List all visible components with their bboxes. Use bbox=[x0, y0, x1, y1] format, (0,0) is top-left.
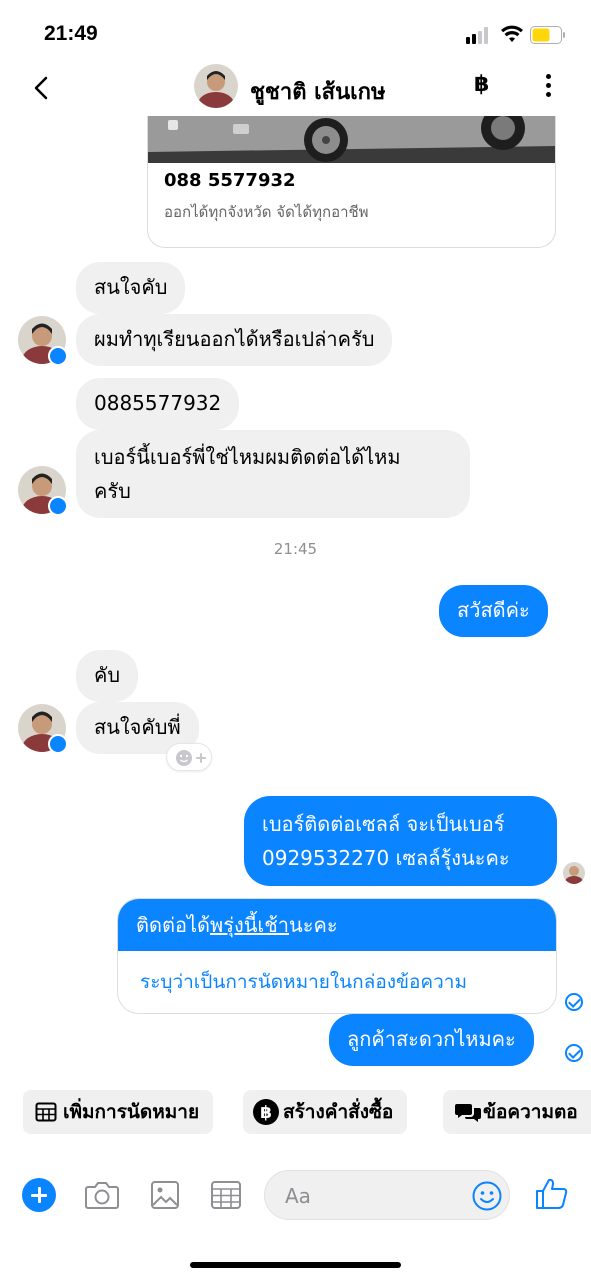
message-bubble-incoming[interactable]: ผมทำทุเรียนออกได้หรือเปล่าครับ bbox=[76, 314, 393, 366]
thumbs-up-icon[interactable] bbox=[534, 1176, 570, 1212]
wifi-icon bbox=[500, 24, 524, 44]
saved-replies-chip[interactable]: ข้อความตอ bbox=[443, 1090, 591, 1134]
add-appointment-chip[interactable]: เพิ่มการนัดหมาย bbox=[23, 1090, 214, 1134]
delivered-check-icon bbox=[565, 1044, 583, 1062]
create-order-chip[interactable]: ฿ สร้างคำสั่งซื้อ bbox=[243, 1090, 408, 1134]
chevron-left-icon bbox=[34, 76, 48, 100]
appointment-text: ติดต่อได้พรุ่งนี้เช้านะคะ bbox=[118, 899, 556, 951]
battery-icon bbox=[530, 26, 566, 44]
contact-avatar[interactable] bbox=[194, 64, 238, 108]
appointment-note[interactable]: ระบุว่าเป็นการนัดหมายในกล่องข้อความ bbox=[118, 951, 556, 1013]
signal-icon bbox=[466, 26, 492, 44]
chat-bubbles-icon bbox=[455, 1104, 481, 1122]
messenger-badge-icon bbox=[48, 346, 68, 366]
message-input-box[interactable] bbox=[264, 1170, 510, 1220]
emoji-icon[interactable] bbox=[471, 1180, 503, 1212]
ad-card[interactable]: 088 5577932 ออกได้ทุกจังหวัด จัดได้ทุกอา… bbox=[147, 116, 556, 248]
svg-text:฿: ฿ bbox=[260, 1103, 272, 1123]
message-bubble-incoming[interactable]: เบอร์นี้เบอร์พี่ใช่ไหมผมติดต่อได้ไหม ครั… bbox=[76, 430, 470, 518]
appointment-message[interactable]: ติดต่อได้พรุ่งนี้เช้านะคะ ระบุว่าเป็นการ… bbox=[117, 898, 557, 1014]
message-line: ครับ bbox=[94, 479, 131, 503]
message-line: เบอร์นี้เบอร์พี่ใช่ไหมผมติดต่อได้ไหม bbox=[94, 445, 401, 469]
plus-icon[interactable] bbox=[22, 1178, 56, 1212]
message-bubble-outgoing[interactable]: สวัสดีค่ะ bbox=[439, 585, 548, 637]
sender-avatar[interactable] bbox=[18, 466, 68, 516]
card-phone: 088 5577932 bbox=[164, 170, 296, 191]
message-line: เบอร์ติดต่อเซลล์ จะเป็นเบอร์ bbox=[262, 812, 505, 836]
messenger-badge-icon bbox=[48, 496, 68, 516]
conversation-header: ชูชาติ เส้นเกษ ฿ bbox=[0, 60, 591, 116]
status-time: 21:49 bbox=[44, 22, 98, 45]
baht-icon: ฿ bbox=[253, 1099, 279, 1125]
message-bubble-outgoing[interactable]: ลูกค้าสะดวกไหมคะ bbox=[329, 1014, 534, 1066]
card-subtitle: ออกได้ทุกจังหวัด จัดได้ทุกอาชีพ bbox=[164, 203, 369, 221]
home-indicator[interactable] bbox=[190, 1262, 401, 1268]
camera-icon[interactable] bbox=[84, 1178, 120, 1212]
message-bubble-outgoing[interactable]: เบอร์ติดต่อเซลล์ จะเป็นเบอร์ 0929532270 … bbox=[244, 796, 557, 886]
contact-name[interactable]: ชูชาติ เส้นเกษ bbox=[250, 74, 386, 109]
gallery-icon[interactable] bbox=[148, 1178, 184, 1212]
baht-icon[interactable]: ฿ bbox=[474, 72, 489, 97]
appointment-time[interactable]: พรุ่งนี้เช้า bbox=[210, 913, 289, 937]
message-bubble-incoming[interactable]: คับ bbox=[76, 650, 139, 702]
message-bubble-incoming[interactable]: 0885577932 bbox=[76, 378, 240, 430]
quick-actions: เพิ่มการนัดหมาย ฿ สร้างคำสั่งซื้อ ข้อควา… bbox=[0, 1090, 591, 1136]
status-bar: 21:49 bbox=[0, 0, 591, 60]
read-receipt-avatar bbox=[563, 862, 585, 884]
back-button[interactable] bbox=[28, 70, 56, 106]
add-reaction-button[interactable] bbox=[166, 743, 212, 771]
message-list[interactable]: 088 5577932 ออกได้ทุกจังหวัด จัดได้ทุกอา… bbox=[0, 116, 591, 1076]
sender-avatar[interactable] bbox=[18, 316, 68, 366]
delivered-check-icon bbox=[565, 993, 583, 1011]
composer bbox=[0, 1160, 591, 1230]
messenger-badge-icon bbox=[48, 734, 68, 754]
smiley-plus-icon bbox=[176, 750, 206, 766]
message-line: 0929532270 เซลล์รุ้งนะคะ bbox=[262, 846, 510, 870]
car-image bbox=[148, 116, 555, 163]
calendar-icon bbox=[35, 1102, 57, 1122]
calendar-icon[interactable] bbox=[208, 1178, 244, 1212]
timestamp: 21:45 bbox=[273, 540, 318, 558]
sender-avatar[interactable] bbox=[18, 704, 68, 754]
message-input[interactable] bbox=[285, 1181, 465, 1211]
more-options-icon[interactable] bbox=[538, 74, 558, 102]
message-bubble-incoming[interactable]: สนใจคับ bbox=[76, 262, 186, 314]
